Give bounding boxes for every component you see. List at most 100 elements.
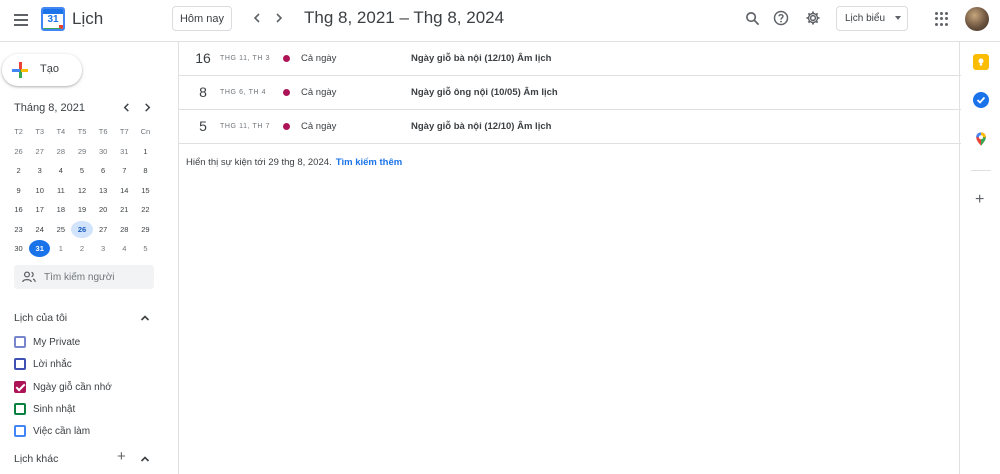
event-day[interactable]: 5 (192, 118, 214, 134)
calendar-label: My Private (33, 336, 81, 348)
chevron-left-icon[interactable] (247, 8, 267, 28)
mini-day[interactable]: 5 (71, 162, 92, 179)
checkbox[interactable] (14, 425, 26, 437)
event-day[interactable]: 16 (192, 50, 214, 66)
checkbox-checked[interactable] (14, 381, 26, 393)
checkbox[interactable] (14, 358, 26, 370)
gear-icon[interactable] (804, 9, 822, 27)
checkbox[interactable] (14, 336, 26, 348)
event-title[interactable]: Ngày giỗ bà nội (12/10) Âm lịch (411, 53, 551, 64)
mini-day[interactable]: 1 (135, 143, 156, 160)
event-color-dot (283, 55, 290, 62)
mini-day[interactable]: 30 (8, 240, 29, 257)
mini-day[interactable]: 9 (8, 182, 29, 199)
create-button[interactable]: Tạo (2, 54, 82, 86)
mini-day[interactable]: 23 (8, 221, 29, 238)
mini-next-icon[interactable] (140, 100, 154, 114)
mini-day[interactable]: 10 (29, 182, 50, 199)
side-panel-rail: + (961, 42, 1000, 474)
mini-day-today[interactable]: 31 (29, 240, 51, 258)
mini-prev-icon[interactable] (119, 100, 133, 114)
keep-icon[interactable] (973, 54, 989, 70)
event-title[interactable]: Ngày giỗ bà nội (12/10) Âm lịch (411, 121, 551, 132)
mini-day[interactable]: 18 (50, 201, 71, 218)
app-title[interactable]: Lịch (72, 9, 103, 29)
mini-day[interactable]: 7 (114, 162, 135, 179)
mini-day[interactable]: 22 (135, 201, 156, 218)
mini-day[interactable]: 20 (93, 201, 114, 218)
mini-day[interactable]: 4 (50, 162, 71, 179)
add-calendar-icon[interactable]: + (117, 449, 126, 464)
mini-day[interactable]: 14 (114, 182, 135, 199)
search-more-link[interactable]: Tìm kiếm thêm (336, 157, 403, 168)
mini-day[interactable]: 1 (50, 240, 71, 257)
mini-day[interactable]: 2 (71, 240, 92, 257)
tasks-icon[interactable] (973, 92, 989, 108)
calendar-item-birthdays[interactable]: Sinh nhật (14, 401, 75, 417)
mini-day[interactable]: 24 (29, 221, 50, 238)
mini-day[interactable]: 11 (50, 182, 71, 199)
mini-day[interactable]: 21 (114, 201, 135, 218)
mini-day[interactable]: 15 (135, 182, 156, 199)
people-icon (22, 271, 36, 283)
event-color-dot (283, 89, 290, 96)
chevron-up-icon[interactable] (139, 312, 151, 324)
today-button[interactable]: Hôm nay (172, 6, 232, 31)
top-bar: 31 Lịch Hôm nay Thg 8, 2021 – Thg 8, 202… (0, 0, 1000, 42)
chevron-up-icon[interactable] (139, 453, 151, 465)
event-row[interactable]: 5 THG 11, TH 7 Cả ngày Ngày giỗ bà nội (… (179, 110, 961, 144)
mini-day[interactable]: 6 (93, 162, 114, 179)
my-calendars-title[interactable]: Lịch của tôi (14, 312, 67, 324)
add-addon-icon[interactable]: + (975, 192, 984, 208)
calendar-item-my-private[interactable]: My Private (14, 334, 80, 350)
mini-day[interactable]: 30 (93, 143, 114, 160)
mini-day[interactable]: 27 (93, 221, 114, 238)
mini-day[interactable]: 16 (8, 201, 29, 218)
checkbox[interactable] (14, 403, 26, 415)
event-time: Cả ngày (301, 87, 337, 98)
mini-day-selected[interactable]: 26 (71, 220, 93, 238)
calendar-logo-icon[interactable]: 31 (41, 7, 65, 31)
search-people-placeholder: Tìm kiếm người (44, 271, 115, 283)
mini-day[interactable]: 5 (135, 240, 156, 257)
mini-day[interactable]: 3 (29, 162, 50, 179)
mini-day[interactable]: 3 (93, 240, 114, 257)
calendar-item-reminders[interactable]: Lời nhắc (14, 356, 72, 372)
mini-day[interactable]: 19 (71, 201, 92, 218)
mini-day[interactable]: 2 (8, 162, 29, 179)
mini-day[interactable]: 12 (71, 182, 92, 199)
mini-dow: Cn (140, 127, 151, 137)
mini-day[interactable]: 29 (135, 221, 156, 238)
event-title[interactable]: Ngày giỗ ông nội (10/05) Âm lịch (411, 87, 558, 98)
event-row[interactable]: 16 THG 11, TH 3 Cả ngày Ngày giỗ bà nội … (179, 42, 961, 76)
mini-day[interactable]: 13 (93, 182, 114, 199)
mini-day[interactable]: 26 (8, 143, 29, 160)
chevron-right-icon[interactable] (269, 8, 289, 28)
view-select[interactable]: Lịch biểu (836, 6, 908, 31)
mini-day[interactable]: 31 (114, 143, 135, 160)
event-time: Cả ngày (301, 53, 337, 64)
calendar-item-anniversaries[interactable]: Ngày giỗ cần nhớ (14, 379, 112, 395)
mini-day[interactable]: 28 (114, 221, 135, 238)
search-people-input[interactable]: Tìm kiếm người (14, 265, 154, 289)
mini-dow: T3 (35, 127, 45, 137)
mini-day[interactable]: 29 (71, 143, 92, 160)
chevron-down-icon (895, 16, 901, 20)
event-day[interactable]: 8 (192, 84, 214, 100)
event-row[interactable]: 8 THG 6, TH 4 Cả ngày Ngày giỗ ông nội (… (179, 76, 961, 110)
search-icon[interactable] (743, 9, 761, 27)
help-icon[interactable] (772, 9, 790, 27)
mini-day[interactable]: 25 (50, 221, 71, 238)
event-time: Cả ngày (301, 121, 337, 132)
mini-day[interactable]: 17 (29, 201, 50, 218)
apps-grid-icon[interactable] (935, 12, 949, 26)
main-menu-icon[interactable] (8, 7, 34, 33)
mini-day[interactable]: 27 (29, 143, 50, 160)
mini-day[interactable]: 28 (50, 143, 71, 160)
maps-icon[interactable] (973, 131, 989, 147)
other-calendars-title[interactable]: Lịch khác (14, 453, 58, 465)
mini-day[interactable]: 4 (114, 240, 135, 257)
calendar-item-tasks[interactable]: Việc cần làm (14, 423, 90, 439)
mini-day[interactable]: 8 (135, 162, 156, 179)
avatar[interactable] (965, 7, 989, 31)
